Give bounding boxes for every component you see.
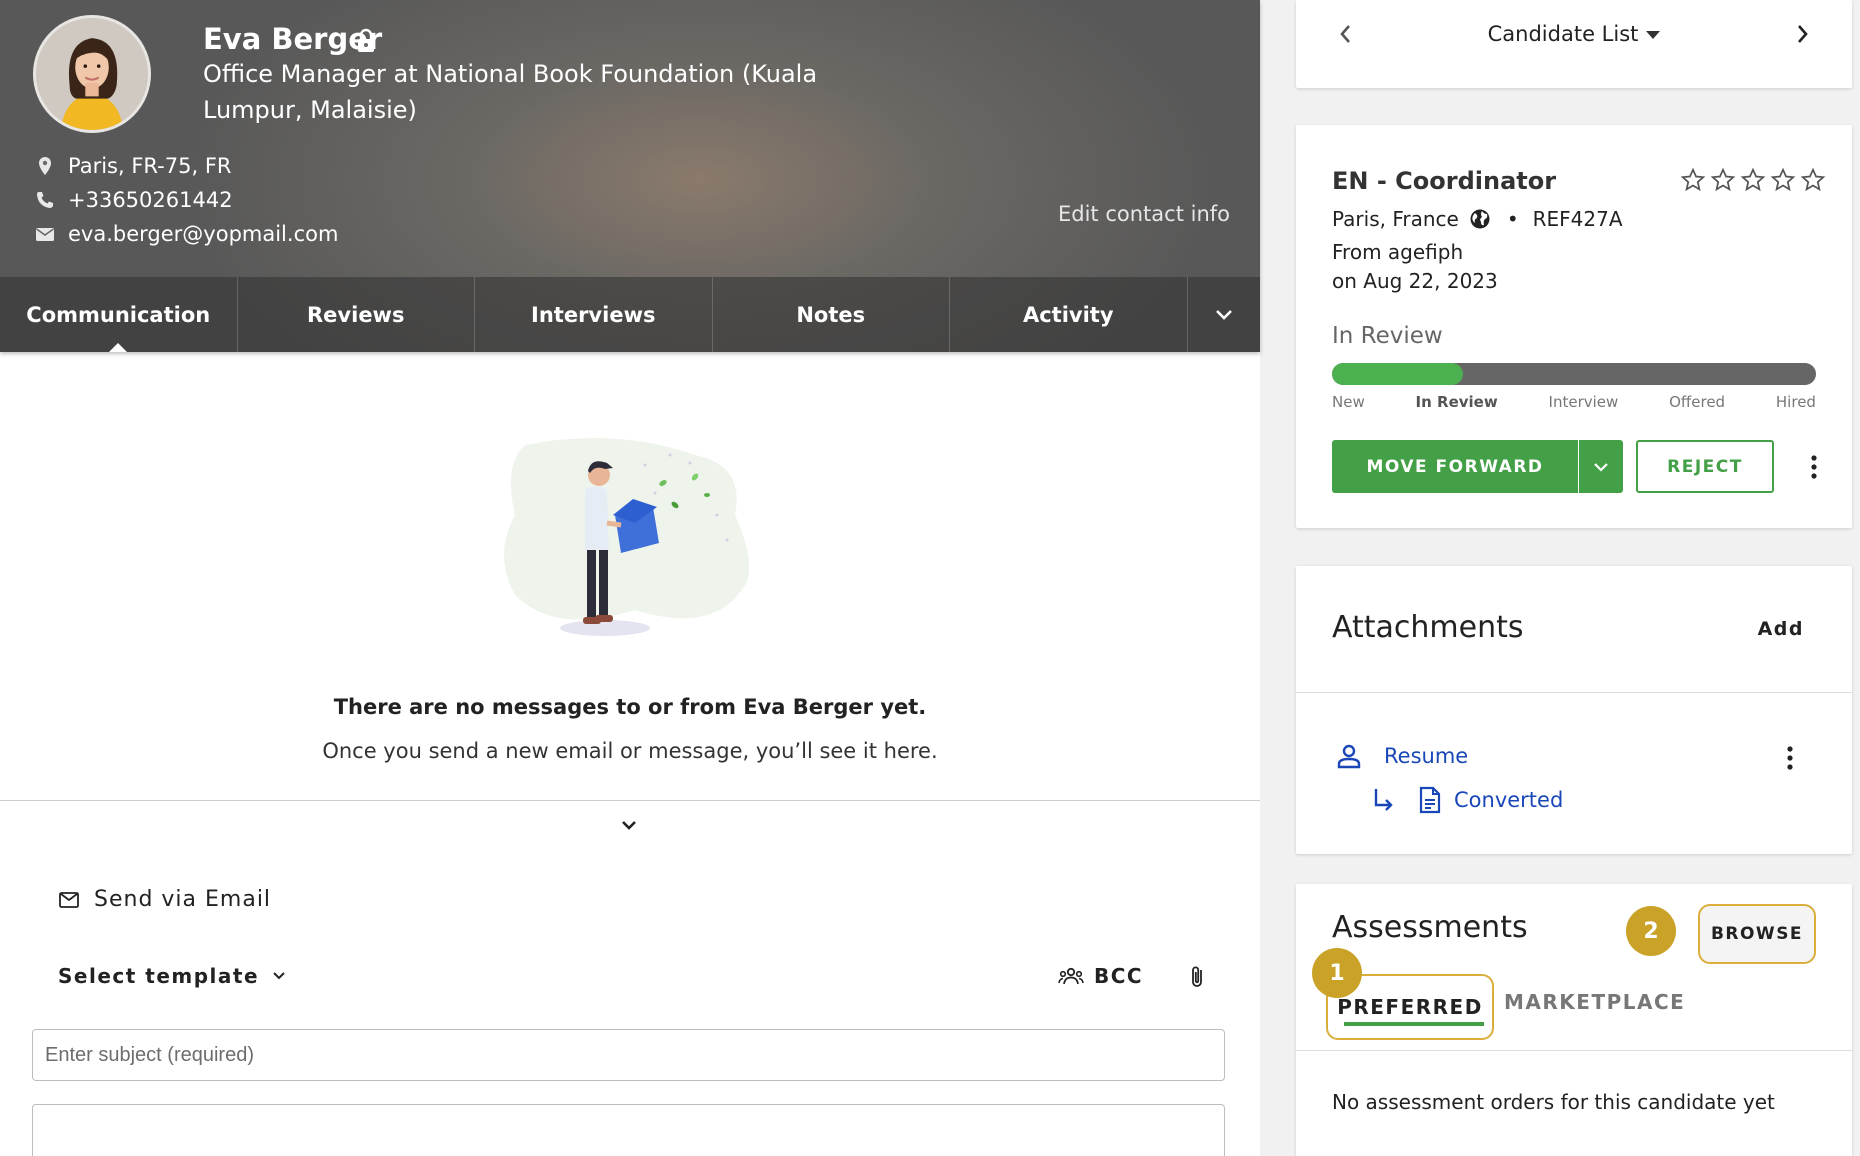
tab-activity[interactable]: Activity xyxy=(950,277,1188,352)
converted-attachment-link[interactable]: Converted xyxy=(1370,786,1563,814)
job-application-card: EN - Coordinator Paris, France • REF427A… xyxy=(1296,125,1852,528)
star-icon[interactable] xyxy=(1770,167,1796,193)
assessments-card: Assessments 2 BROWSE PREFERRED 1 MARKETP… xyxy=(1296,884,1852,1156)
avatar xyxy=(33,15,151,133)
globe-icon xyxy=(1470,209,1490,229)
star-icon[interactable] xyxy=(1680,167,1706,193)
subdirectory-arrow-icon xyxy=(1374,789,1393,811)
empty-messages-title: There are no messages to or from Eva Ber… xyxy=(333,695,927,719)
star-icon[interactable] xyxy=(1710,167,1736,193)
more-tabs-button[interactable] xyxy=(1188,277,1260,352)
candidate-header: Eva Berger Office Manager at National Bo… xyxy=(0,0,1260,352)
attachments-card: Attachments Add Resume Converted xyxy=(1296,566,1852,854)
move-forward-button[interactable]: MOVE FORWARD xyxy=(1332,440,1578,493)
empty-messages-illustration xyxy=(504,437,750,636)
send-via-email-selector[interactable]: Send via Email xyxy=(58,887,271,912)
candidate-list-navigator: Candidate List xyxy=(1296,0,1852,88)
browse-assessments-button[interactable]: BROWSE xyxy=(1698,904,1816,964)
avatar-photo xyxy=(36,18,148,130)
contact-location: Paris, FR-75, FR xyxy=(34,154,232,178)
current-stage-label: In Review xyxy=(1332,323,1443,349)
bcc-label: BCC xyxy=(1094,964,1144,988)
location-pin-icon xyxy=(39,157,51,175)
attachments-divider xyxy=(1296,692,1852,693)
pipeline-step-label: New xyxy=(1332,393,1365,411)
contact-phone: +33650261442 xyxy=(34,188,233,212)
candidate-list-dropdown[interactable]: Candidate List xyxy=(1296,22,1852,46)
pipeline-step-label: Hired xyxy=(1775,393,1816,411)
chevron-right-icon[interactable] xyxy=(1792,22,1812,46)
assessments-divider xyxy=(1296,1050,1852,1051)
pipeline-progress-bar xyxy=(1332,363,1816,385)
active-tab-underline xyxy=(1344,1022,1484,1026)
converted-label: Converted xyxy=(1454,788,1564,812)
tab-interviews[interactable]: Interviews xyxy=(475,277,713,352)
contact-phone-text: +33650261442 xyxy=(68,188,233,212)
email-outline-icon xyxy=(59,891,79,908)
candidate-main-panel: Eva Berger Office Manager at National Bo… xyxy=(0,0,1260,1156)
pipeline-step-label: In Review xyxy=(1415,393,1498,411)
contact-email-text: eva.berger@yopmail.com xyxy=(68,222,339,246)
job-title: EN - Coordinator xyxy=(1332,167,1557,195)
candidate-list-label: Candidate List xyxy=(1487,22,1639,46)
contact-email: eva.berger@yopmail.com xyxy=(34,222,338,246)
tab-reviews[interactable]: Reviews xyxy=(238,277,475,352)
job-applied-date: on Aug 22, 2023 xyxy=(1332,269,1498,293)
resume-label: Resume xyxy=(1384,744,1469,768)
rating-stars[interactable] xyxy=(1680,167,1826,193)
separator-dot: • xyxy=(1506,207,1519,231)
resume-attachment-link[interactable]: Resume xyxy=(1336,742,1468,770)
move-forward-dropdown-button[interactable] xyxy=(1579,440,1623,493)
email-body-editor[interactable] xyxy=(32,1104,1225,1156)
person-icon xyxy=(1337,744,1361,769)
job-source: From agefiph xyxy=(1332,240,1464,264)
send-via-label: Send via Email xyxy=(94,887,272,912)
tab-preferred-label: PREFERRED xyxy=(1337,995,1483,1019)
chevron-down-icon xyxy=(1594,462,1608,472)
document-icon xyxy=(1419,786,1441,814)
email-icon xyxy=(36,228,54,241)
edit-contact-info-link[interactable]: Edit contact info xyxy=(1058,202,1230,226)
contact-location-text: Paris, FR-75, FR xyxy=(68,154,232,178)
people-group-icon xyxy=(1058,967,1084,985)
more-vertical-icon[interactable] xyxy=(1810,453,1818,481)
job-location-row: Paris, France • REF427A xyxy=(1332,207,1623,231)
candidate-tabs: Communication Reviews Interviews Notes A… xyxy=(0,277,1260,352)
more-vertical-icon[interactable] xyxy=(1786,744,1794,772)
assessments-empty-text: No assessment orders for this candidate … xyxy=(1332,1090,1775,1114)
lock-icon xyxy=(358,28,374,52)
job-reference: REF427A xyxy=(1532,207,1623,231)
pipeline-steps: New In Review Interview Offered Hired xyxy=(1332,393,1816,411)
job-location: Paris, France xyxy=(1332,207,1459,231)
star-icon[interactable] xyxy=(1740,167,1766,193)
chevron-down-icon xyxy=(1215,309,1232,320)
section-divider xyxy=(0,800,1260,801)
tab-marketplace[interactable]: MARKETPLACE xyxy=(1504,990,1685,1014)
tab-notes[interactable]: Notes xyxy=(713,277,950,352)
tab-communication[interactable]: Communication xyxy=(0,277,238,352)
chevron-down-icon[interactable] xyxy=(618,814,640,836)
pipeline-progress-fill xyxy=(1332,363,1463,385)
attachments-title: Attachments xyxy=(1332,610,1524,645)
pipeline-step-label: Offered xyxy=(1669,393,1726,411)
phone-icon xyxy=(37,192,53,208)
empty-messages-subtitle: Once you send a new email or message, yo… xyxy=(322,739,938,763)
step-badge-1: 1 xyxy=(1312,948,1362,998)
chevron-down-icon xyxy=(273,972,285,980)
add-attachment-button[interactable]: Add xyxy=(1758,618,1804,640)
email-subject-input[interactable] xyxy=(32,1029,1225,1081)
assessments-title: Assessments xyxy=(1332,910,1528,945)
caret-down-icon xyxy=(1646,31,1661,39)
step-badge-2: 2 xyxy=(1626,906,1676,956)
select-template-label: Select template xyxy=(58,964,260,988)
candidate-current-position: Office Manager at National Book Foundati… xyxy=(203,60,818,124)
bcc-button[interactable]: BCC xyxy=(1058,964,1143,988)
star-icon[interactable] xyxy=(1800,167,1826,193)
reject-button[interactable]: REJECT xyxy=(1636,440,1774,493)
pipeline-step-label: Interview xyxy=(1548,393,1619,411)
select-template-dropdown[interactable]: Select template xyxy=(58,964,287,988)
paperclip-icon[interactable] xyxy=(1187,964,1209,990)
